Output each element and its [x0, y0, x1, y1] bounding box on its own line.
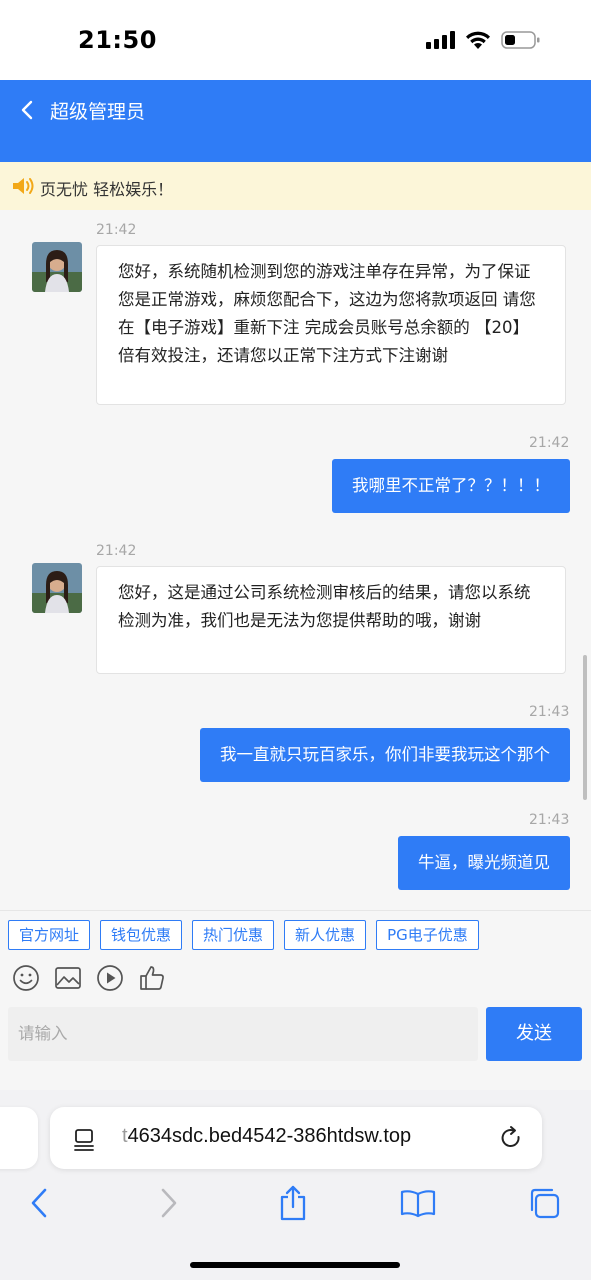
- divider: [0, 910, 591, 911]
- chat-header: 超级管理员: [0, 80, 591, 162]
- bookmarks-icon[interactable]: [400, 1188, 436, 1218]
- video-icon[interactable]: [96, 964, 124, 992]
- message-time: 21:43: [529, 812, 570, 828]
- incoming-message-bubble: 您好，这是通过公司系统检测审核后的结果，请您以系统检测为准，我们也是无法为您提供…: [96, 566, 566, 674]
- url-domain: 4634sdc.bed4542-386htdsw.top: [127, 1125, 412, 1147]
- message-time: 21:42: [529, 435, 570, 451]
- page-menu-icon[interactable]: [72, 1127, 96, 1151]
- status-icons: [426, 30, 541, 50]
- status-bar: 21:50: [0, 0, 591, 80]
- notice-text: 页无忧 轻松娱乐！: [40, 180, 174, 199]
- avatar: [32, 242, 82, 292]
- composer-tools: [12, 964, 166, 992]
- emoji-icon[interactable]: [12, 964, 40, 992]
- outgoing-message-bubble: 我哪里不正常了？？！！！: [332, 459, 570, 513]
- avatar: [32, 563, 82, 613]
- reload-icon[interactable]: [498, 1125, 524, 1151]
- outgoing-message-bubble: 我一直就只玩百家乐，你们非要我玩这个那个: [200, 728, 570, 782]
- quick-reply-row: 官方网址 钱包优惠 热门优惠 新人优惠 PG电子优惠: [8, 920, 479, 950]
- wifi-icon: [465, 31, 491, 50]
- quick-reply-button[interactable]: 新人优惠: [284, 920, 367, 950]
- address-bar[interactable]: t4634sdc.bed4542-386htdsw.top: [50, 1107, 542, 1169]
- browser-back-icon[interactable]: [28, 1186, 52, 1220]
- back-chevron-icon[interactable]: [18, 96, 40, 124]
- message-time: 21:42: [96, 543, 137, 559]
- browser-forward-icon[interactable]: [156, 1186, 180, 1220]
- quick-reply-button[interactable]: 官方网址: [8, 920, 91, 950]
- outgoing-message-bubble: 牛逼，曝光频道见: [398, 836, 570, 890]
- image-icon[interactable]: [54, 964, 82, 992]
- url-text: t4634sdc.bed4542-386htdsw.top: [122, 1125, 411, 1148]
- send-button[interactable]: 发送: [486, 1007, 582, 1061]
- message-input[interactable]: 请输入: [8, 1007, 478, 1061]
- quick-reply-button[interactable]: PG电子优惠: [376, 920, 479, 950]
- home-indicator: [190, 1262, 400, 1268]
- incoming-message-bubble: 您好，系统随机检测到您的游戏注单存在异常，为了保证您是正常游戏，麻烦您配合下，这…: [96, 245, 566, 405]
- tabs-icon[interactable]: [527, 1186, 561, 1220]
- quick-reply-button[interactable]: 热门优惠: [192, 920, 275, 950]
- previous-tab-card[interactable]: [0, 1107, 38, 1169]
- cellular-signal-icon: [426, 31, 455, 49]
- page-title: 超级管理员: [50, 101, 146, 123]
- message-time: 21:42: [96, 222, 137, 238]
- battery-icon: [501, 30, 541, 50]
- quick-reply-button[interactable]: 钱包优惠: [100, 920, 183, 950]
- message-time: 21:43: [529, 704, 570, 720]
- chat-scrollbar[interactable]: [583, 655, 587, 800]
- status-time: 21:50: [78, 26, 157, 54]
- share-icon[interactable]: [277, 1184, 309, 1222]
- notice-bar: 页无忧 轻松娱乐！: [0, 162, 591, 210]
- speaker-icon: [12, 176, 38, 196]
- thumbs-up-icon[interactable]: [138, 964, 166, 992]
